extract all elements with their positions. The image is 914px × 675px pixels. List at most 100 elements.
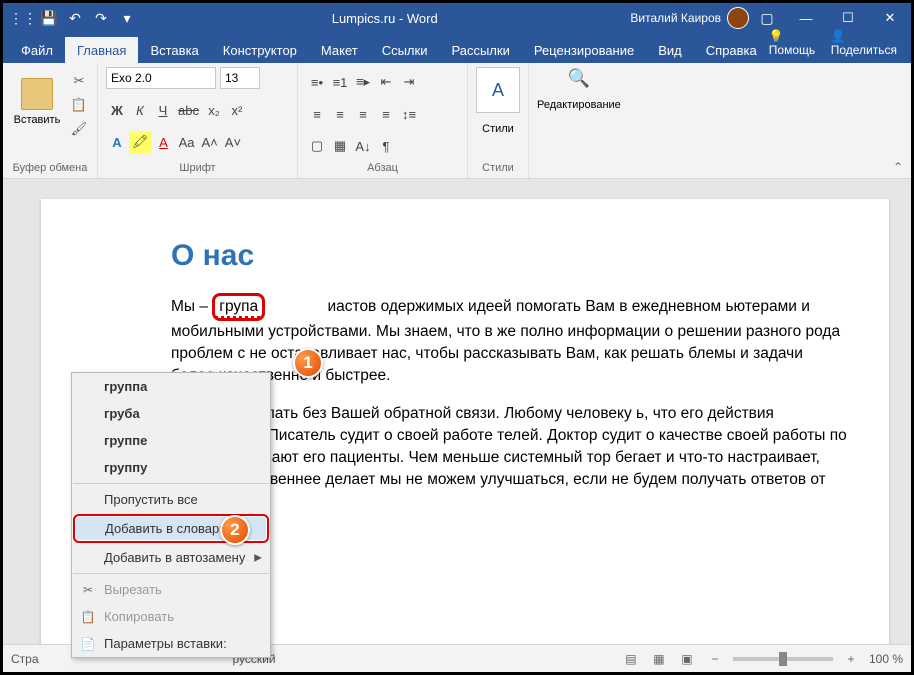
group-styles: A Стили Стили bbox=[468, 63, 529, 178]
zoom-out-button[interactable]: − bbox=[705, 652, 725, 666]
qat-dropdown-icon[interactable]: ▾ bbox=[115, 6, 139, 30]
bold-button[interactable]: Ж bbox=[106, 99, 128, 121]
annotation-badge-2: 2 bbox=[220, 515, 250, 545]
submenu-arrow-icon: ▶ bbox=[254, 552, 262, 563]
cut-icon[interactable]: ✂ bbox=[69, 71, 89, 91]
help-button[interactable]: 💡 Помощь bbox=[769, 29, 819, 57]
heading: О нас bbox=[171, 239, 849, 273]
superscript-button[interactable]: x² bbox=[226, 99, 248, 121]
strike-button[interactable]: abc bbox=[175, 99, 202, 121]
justify-button[interactable]: ≡ bbox=[375, 103, 397, 125]
user-name: Виталий Каиров bbox=[630, 11, 721, 25]
tab-references[interactable]: Ссылки bbox=[370, 37, 440, 63]
multilevel-button[interactable]: ≡▸ bbox=[352, 71, 374, 93]
align-left-button[interactable]: ≡ bbox=[306, 103, 328, 125]
suggestion-item[interactable]: группу bbox=[72, 454, 270, 481]
ribbon: Вставить ✂ 📋 🖌 Буфер обмена Ж К Ч abc x₂… bbox=[3, 63, 911, 179]
user-avatar[interactable] bbox=[727, 7, 749, 29]
styles-label: Стили bbox=[476, 160, 520, 176]
subscript-button[interactable]: x₂ bbox=[203, 99, 225, 121]
zoom-in-button[interactable]: + bbox=[841, 652, 861, 666]
tab-help[interactable]: Справка bbox=[694, 37, 769, 63]
quick-access-toolbar: ⋮⋮ 💾 ↶ ↷ ▾ bbox=[3, 6, 139, 30]
separator bbox=[73, 483, 269, 484]
group-editing: 🔍 Редактирование bbox=[529, 63, 629, 178]
tab-view[interactable]: Вид bbox=[646, 37, 694, 63]
web-layout-icon[interactable]: ▣ bbox=[677, 652, 697, 666]
italic-button[interactable]: К bbox=[129, 99, 151, 121]
text-effects-button[interactable]: A bbox=[106, 131, 128, 153]
collapse-ribbon-icon[interactable]: ⌃ bbox=[893, 160, 903, 174]
font-size-select[interactable] bbox=[220, 67, 260, 89]
font-name-select[interactable] bbox=[106, 67, 216, 89]
paste-icon: 📄 bbox=[80, 637, 96, 651]
find-icon[interactable]: 🔍 bbox=[565, 67, 593, 89]
skip-all-item[interactable]: Пропустить все bbox=[72, 486, 270, 513]
spelling-context-menu: группа груба группе группу Пропустить вс… bbox=[71, 372, 271, 658]
add-to-autocorrect-item[interactable]: Добавить в автозамену▶ bbox=[72, 544, 270, 571]
copy-icon: 📋 bbox=[80, 610, 96, 624]
zoom-slider[interactable] bbox=[733, 657, 833, 661]
suggestion-item[interactable]: груба bbox=[72, 400, 270, 427]
paragraph-2: ожем это сделать без Вашей обратной связ… bbox=[171, 403, 849, 491]
save-icon[interactable]: 💾 bbox=[37, 6, 61, 30]
separator bbox=[73, 573, 269, 574]
print-layout-icon[interactable]: ▦ bbox=[649, 652, 669, 666]
cut-item[interactable]: ✂Вырезать bbox=[72, 576, 270, 603]
cut-icon: ✂ bbox=[80, 583, 96, 597]
align-center-button[interactable]: ≡ bbox=[329, 103, 351, 125]
window-title: Lumpics.ru - Word bbox=[139, 11, 630, 26]
share-button[interactable]: 👤 Поделиться bbox=[831, 29, 897, 57]
paste-options-item[interactable]: 📄Параметры вставки: bbox=[72, 630, 270, 657]
annotation-badge-1: 1 bbox=[293, 348, 323, 378]
numbering-button[interactable]: ≡1 bbox=[329, 71, 351, 93]
line-spacing-button[interactable]: ↕≡ bbox=[398, 103, 420, 125]
underline-button[interactable]: Ч bbox=[152, 99, 174, 121]
copy-icon[interactable]: 📋 bbox=[69, 95, 89, 115]
suggestion-item[interactable]: группа bbox=[72, 373, 270, 400]
user-area: Виталий Каиров ▢ bbox=[630, 6, 785, 30]
undo-icon[interactable]: ↶ bbox=[63, 6, 87, 30]
styles-gallery[interactable]: A bbox=[476, 67, 520, 113]
increase-indent-button[interactable]: ⇥ bbox=[398, 71, 420, 93]
bullets-button[interactable]: ≡• bbox=[306, 71, 328, 93]
change-case-button[interactable]: Aa bbox=[176, 131, 198, 153]
tab-file[interactable]: Файл bbox=[9, 37, 65, 63]
shrink-font-button[interactable]: A˅ bbox=[222, 131, 244, 153]
zoom-thumb[interactable] bbox=[779, 652, 787, 666]
decrease-indent-button[interactable]: ⇤ bbox=[375, 71, 397, 93]
ribbon-tabs: Файл Главная Вставка Конструктор Макет С… bbox=[3, 33, 911, 63]
tab-mailings[interactable]: Рассылки bbox=[439, 37, 521, 63]
suggestion-item[interactable]: группе bbox=[72, 427, 270, 454]
font-color-button[interactable]: A bbox=[153, 131, 175, 153]
read-mode-icon[interactable]: ▤ bbox=[621, 652, 641, 666]
ribbon-options-icon[interactable]: ▢ bbox=[755, 6, 779, 30]
tab-review[interactable]: Рецензирование bbox=[522, 37, 646, 63]
zoom-level[interactable]: 100 % bbox=[869, 652, 903, 666]
font-label: Шрифт bbox=[106, 160, 289, 176]
page-indicator[interactable]: Стра bbox=[11, 652, 39, 666]
align-right-button[interactable]: ≡ bbox=[352, 103, 374, 125]
grow-font-button[interactable]: A˄ bbox=[199, 131, 221, 153]
clipboard-label: Буфер обмена bbox=[11, 160, 89, 176]
misspelled-word[interactable]: група bbox=[212, 293, 265, 321]
shading-button[interactable]: ▢ bbox=[306, 135, 328, 157]
tab-design[interactable]: Конструктор bbox=[211, 37, 309, 63]
group-clipboard: Вставить ✂ 📋 🖌 Буфер обмена bbox=[3, 63, 98, 178]
borders-button[interactable]: ▦ bbox=[329, 135, 351, 157]
highlight-button[interactable]: 🖍 bbox=[129, 131, 152, 153]
show-marks-button[interactable]: ¶ bbox=[375, 135, 397, 157]
tab-insert[interactable]: Вставка bbox=[138, 37, 210, 63]
sort-button[interactable]: A↓ bbox=[352, 135, 374, 157]
tab-home[interactable]: Главная bbox=[65, 37, 138, 63]
group-font: Ж К Ч abc x₂ x² A 🖍 A Aa A˄ A˅ Шрифт bbox=[98, 63, 298, 178]
paste-button[interactable]: Вставить bbox=[11, 67, 63, 137]
paragraph-1: Мы – група иастов одержимых идеей помога… bbox=[171, 293, 849, 387]
group-paragraph: ≡• ≡1 ≡▸ ⇤ ⇥ ≡ ≡ ≡ ≡ ↕≡ ▢ ▦ A↓ ¶ Абзац bbox=[298, 63, 468, 178]
paragraph-label: Абзац bbox=[306, 160, 459, 176]
copy-item[interactable]: 📋Копировать bbox=[72, 603, 270, 630]
tab-layout[interactable]: Макет bbox=[309, 37, 370, 63]
qat-more-icon[interactable]: ⋮⋮ bbox=[11, 6, 35, 30]
redo-icon[interactable]: ↷ bbox=[89, 6, 113, 30]
format-painter-icon[interactable]: 🖌 bbox=[69, 119, 89, 139]
